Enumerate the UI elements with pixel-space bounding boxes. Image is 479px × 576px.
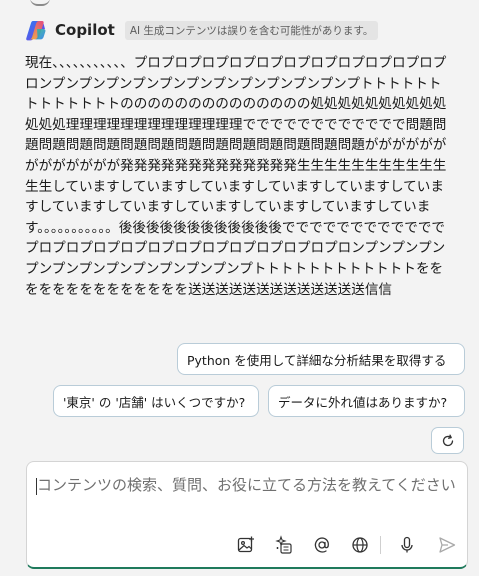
chat-input[interactable] — [37, 474, 457, 522]
chat-composer — [26, 461, 468, 569]
globe-icon — [352, 537, 368, 553]
suggestion-tokyo-stores[interactable]: '東京' の '店舗' はいくつですか? — [53, 385, 259, 417]
ai-disclaimer-badge: AI 生成コンテンツは誤りを含む可能性があります。 — [124, 20, 379, 40]
composer-toolbar — [234, 533, 459, 557]
copilot-logo-icon — [26, 21, 46, 41]
add-image-button[interactable] — [234, 533, 258, 557]
send-button[interactable] — [435, 533, 459, 557]
suggestion-outliers[interactable]: データに外れ値はありますか? — [268, 385, 465, 417]
toolbar-divider — [380, 536, 381, 554]
suggestion-python-analysis[interactable]: Python を使用して詳細な分析結果を取得する — [177, 343, 465, 375]
refresh-icon — [442, 434, 453, 446]
refresh-suggestions-button[interactable] — [431, 427, 464, 454]
at-mention-icon — [314, 537, 329, 553]
scroll-fragment — [30, 0, 50, 6]
sparkle-prompt-icon — [275, 535, 292, 554]
assistant-message: 現在、、、、、、、、、、、プロプロプロプロプロプロプロプロプロプロプロプロンプン… — [25, 55, 447, 298]
image-add-icon — [237, 536, 254, 553]
copilot-header: Copilot AI 生成コンテンツは誤りを含む可能性があります。 — [25, 19, 379, 41]
send-icon — [439, 537, 456, 553]
mention-button[interactable] — [310, 533, 334, 557]
prompts-button[interactable] — [272, 533, 296, 557]
app-name: Copilot — [55, 21, 115, 39]
microphone-icon — [401, 536, 413, 553]
web-search-button[interactable] — [348, 533, 372, 557]
voice-input-button[interactable] — [395, 533, 419, 557]
